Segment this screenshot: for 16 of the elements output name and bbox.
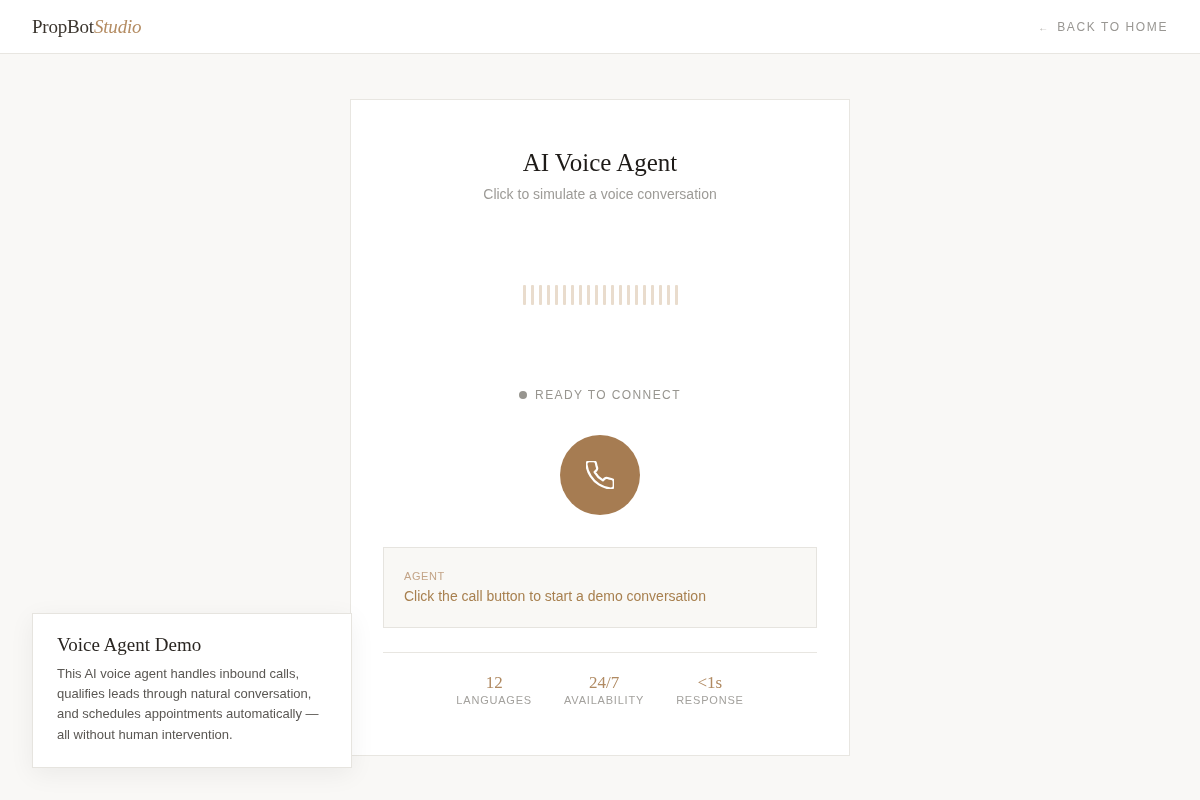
- phone-icon: [586, 461, 614, 489]
- card-subtitle: Click to simulate a voice conversation: [483, 185, 717, 204]
- stat-value: <1s: [697, 673, 723, 693]
- stat-value: 24/7: [588, 673, 620, 693]
- speaker-label: AGENT: [404, 569, 446, 583]
- stat-label: AVAILABILITY: [564, 693, 645, 707]
- status-label: READY TO CONNECT: [535, 388, 681, 402]
- brand-logo[interactable]: PropBotStudio: [32, 15, 142, 38]
- stat-label: RESPONSE: [676, 693, 744, 707]
- waveform-icon: [522, 285, 678, 305]
- transcript-message: Click the call button to start a demo conversation: [404, 587, 707, 606]
- stat-label: LANGUAGES: [456, 693, 532, 707]
- stat-value: 12: [485, 673, 503, 693]
- info-title: Voice Agent Demo: [57, 632, 203, 657]
- info-body: This AI voice agent handles inbound calls, qualifies leads through natural conversation, and schedules appointments automatically — all without human intervention.: [57, 664, 320, 744]
- card-title: AI Voice Agent: [522, 148, 678, 178]
